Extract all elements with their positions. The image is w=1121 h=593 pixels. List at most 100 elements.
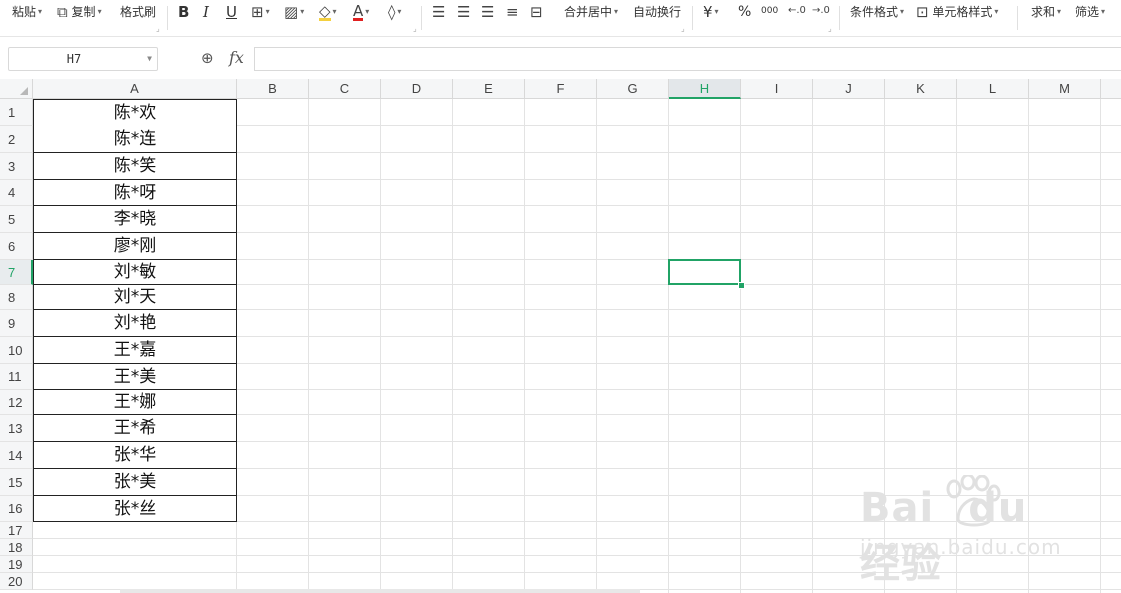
group-expander-icon[interactable]: ⌟ [413, 24, 417, 33]
cell-format-button[interactable]: ▨ ▾ [284, 3, 304, 21]
border-icon: ⊞ [251, 3, 264, 21]
thousands-button[interactable]: 000 [761, 2, 778, 20]
row-header-13[interactable]: 13 [0, 415, 33, 442]
sum-button[interactable]: 求和 ▾ [1031, 3, 1061, 21]
column-header-h[interactable]: H [669, 79, 741, 99]
group-expander-icon[interactable]: ⌟ [828, 24, 832, 33]
row-header-16[interactable]: 16 [0, 496, 33, 522]
zoom-icon[interactable]: ⊕ [201, 49, 214, 67]
cell-a9[interactable]: 刘*艳 [33, 310, 237, 337]
row-header-4[interactable]: 4 [0, 180, 33, 206]
group-expander-icon[interactable]: ⌟ [156, 24, 160, 33]
align-center-button[interactable]: ☰ [457, 3, 470, 21]
column-header-c[interactable]: C [309, 79, 381, 99]
cell-a6[interactable]: 廖*刚 [33, 233, 237, 260]
chevron-down-icon[interactable]: ▼ [147, 48, 152, 70]
row-header-20[interactable]: 20 [0, 573, 33, 590]
cell-a2[interactable]: 陈*连 [33, 126, 237, 153]
row-header-18[interactable]: 18 [0, 539, 33, 556]
decrease-decimal-button[interactable]: →.0 [812, 2, 830, 20]
column-header-l[interactable]: L [957, 79, 1029, 99]
currency-button[interactable]: ¥ ▾ [703, 3, 719, 21]
column-header-d[interactable]: D [381, 79, 453, 99]
cell-a12[interactable]: 王*娜 [33, 390, 237, 415]
underline-button[interactable]: U [226, 3, 237, 21]
group-expander-icon[interactable]: ⌟ [681, 24, 685, 33]
row-header-5[interactable]: 5 [0, 206, 33, 233]
filter-button[interactable]: 筛选 ▾ [1075, 3, 1105, 21]
wrap-text-button[interactable]: 自动换行 [633, 3, 681, 21]
row-header-17[interactable]: 17 [0, 522, 33, 539]
row-header-15[interactable]: 15 [0, 469, 33, 496]
italic-button[interactable]: I [203, 3, 209, 21]
distributed-button[interactable]: ⊟ [530, 3, 543, 21]
column-header-g[interactable]: G [597, 79, 669, 99]
cell-style-label: 单元格样式 [932, 5, 993, 19]
column-header-e[interactable]: E [453, 79, 525, 99]
row-header-11[interactable]: 11 [0, 364, 33, 390]
cell-a7[interactable]: 刘*敏 [33, 260, 237, 285]
format-painter-button[interactable]: 格式刷 [120, 3, 156, 21]
copy-button[interactable]: ⧉ 复制 ▾ [57, 3, 102, 21]
row-header-8[interactable]: 8 [0, 285, 33, 310]
name-box[interactable]: H7 ▼ [8, 47, 158, 71]
row-header-3[interactable]: 3 [0, 153, 33, 180]
cell-a15[interactable]: 张*美 [33, 469, 237, 496]
row-header-9[interactable]: 9 [0, 310, 33, 337]
row-header-12[interactable]: 12 [0, 390, 33, 415]
font-color-icon: A [353, 1, 364, 21]
row-header-1[interactable]: 1 [0, 99, 33, 126]
underline-label: U [226, 3, 237, 21]
row-header-10[interactable]: 10 [0, 337, 33, 364]
column-header-f[interactable]: F [525, 79, 597, 99]
clear-button[interactable]: ◊ ▾ [388, 3, 401, 21]
font-color-button[interactable]: A ▾ [353, 3, 369, 21]
align-right-button[interactable]: ☰ [481, 3, 494, 21]
column-header-i[interactable]: I [741, 79, 813, 99]
row-header-19[interactable]: 19 [0, 556, 33, 573]
align-left-button[interactable]: ☰ [432, 3, 445, 21]
cell-a11[interactable]: 王*美 [33, 364, 237, 390]
merge-icon: ⊟ [530, 3, 543, 21]
bold-button[interactable]: B [178, 3, 189, 21]
function-button[interactable]: fx [229, 48, 244, 67]
increase-decimal-button[interactable]: ←.0 [788, 2, 806, 20]
select-all-button[interactable] [0, 79, 33, 99]
horizontal-scrollbar[interactable] [120, 589, 640, 593]
column-header-a[interactable]: A [33, 79, 237, 99]
cell-a10[interactable]: 王*嘉 [33, 337, 237, 364]
selected-cell-h7[interactable] [668, 259, 741, 285]
column-header-k[interactable]: K [885, 79, 957, 99]
fill-handle[interactable] [738, 282, 745, 289]
chevron-down-icon: ▾ [397, 7, 402, 16]
percent-button[interactable]: % [738, 3, 751, 21]
cell-a8[interactable]: 刘*天 [33, 285, 237, 310]
conditional-format-button[interactable]: 条件格式 ▾ [850, 3, 904, 21]
merge-center-button[interactable]: 合并居中 ▾ [564, 3, 618, 21]
row-header-2[interactable]: 2 [0, 126, 33, 153]
justify-button[interactable]: ≡ [506, 3, 519, 21]
cell-style-button[interactable]: ⊡ 单元格样式 ▾ [916, 3, 998, 21]
column-header-partial[interactable] [1101, 79, 1121, 99]
eraser-icon: ◊ [388, 3, 396, 21]
cell-a14[interactable]: 张*华 [33, 442, 237, 469]
column-header-j[interactable]: J [813, 79, 885, 99]
column-header-m[interactable]: M [1029, 79, 1101, 99]
cell-a16[interactable]: 张*丝 [33, 496, 237, 522]
column-gridline [740, 99, 741, 593]
column-header-b[interactable]: B [237, 79, 309, 99]
cell-a4[interactable]: 陈*呀 [33, 180, 237, 206]
chevron-down-icon: ▾ [614, 7, 619, 16]
cell-a3[interactable]: 陈*笑 [33, 153, 237, 180]
formula-input[interactable] [254, 47, 1121, 71]
cell-a5[interactable]: 李*晓 [33, 206, 237, 233]
cell-a13[interactable]: 王*希 [33, 415, 237, 442]
border-button[interactable]: ⊞ ▾ [251, 3, 270, 21]
fill-color-button[interactable]: ◇ ▾ [319, 3, 337, 21]
align-center-icon: ☰ [457, 3, 471, 21]
row-header-14[interactable]: 14 [0, 442, 33, 469]
cell-a1[interactable]: 陈*欢 [33, 99, 237, 127]
row-header-7[interactable]: 7 [0, 260, 33, 285]
paste-button[interactable]: 粘贴 ▾ [12, 3, 42, 21]
row-header-6[interactable]: 6 [0, 233, 33, 260]
